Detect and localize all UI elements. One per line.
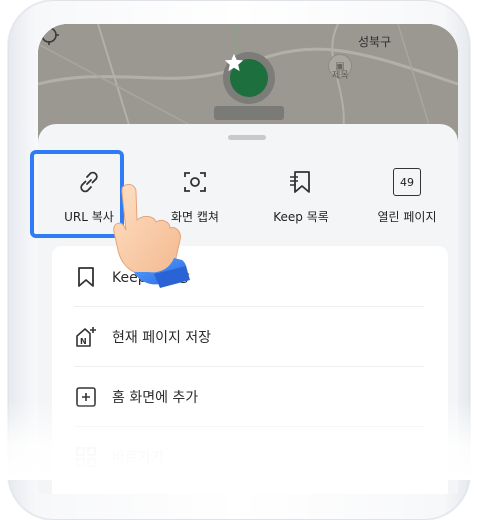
open-pages-icon: 49: [393, 168, 421, 196]
phone-screen: 성북구 ▣ 제목 URL 복사 화면 캡쳐 Keep 목록 49 열린 페이지 …: [38, 24, 458, 494]
locate-icon[interactable]: [38, 24, 60, 46]
page-title-placeholder: [214, 106, 284, 120]
menu-divider: [74, 426, 424, 427]
svg-text:N: N: [80, 337, 87, 346]
map-poi-label: 제목: [332, 71, 349, 81]
open-pages-button[interactable]: 49 열린 페이지: [356, 160, 458, 236]
star-icon: [224, 53, 268, 97]
open-pages-label: 열린 페이지: [377, 210, 437, 224]
bookmark-icon: [78, 267, 94, 287]
sheet-handle[interactable]: [228, 135, 266, 140]
open-pages-count: 49: [400, 175, 414, 189]
shortcut-item[interactable]: 바로가기: [74, 428, 424, 486]
phone-frame: 성북구 ▣ 제목 URL 복사 화면 캡쳐 Keep 목록 49 열린 페이지 …: [8, 0, 470, 520]
keep-list-button[interactable]: Keep 목록: [250, 160, 352, 236]
save-current-page-label: 현재 페이지 저장: [112, 330, 212, 346]
add-to-home-label: 홈 화면에 추가: [112, 390, 199, 406]
shortcut-label: 바로가기: [112, 450, 164, 466]
map-district-label: 성북구: [358, 35, 392, 49]
keep-list-icon: [290, 171, 310, 193]
shortcut-grid-icon: [76, 447, 96, 467]
add-to-home-item[interactable]: 홈 화면에 추가: [74, 368, 424, 426]
save-current-page-item[interactable]: N 현재 페이지 저장: [74, 308, 424, 366]
add-home-icon: [76, 387, 96, 407]
tapping-hand-icon: [113, 183, 190, 288]
keep-list-label: Keep 목록: [273, 210, 329, 224]
favorite-marker[interactable]: [223, 52, 275, 104]
menu-divider: [74, 306, 424, 307]
menu-divider: [74, 366, 424, 367]
save-page-icon: N: [76, 327, 96, 347]
